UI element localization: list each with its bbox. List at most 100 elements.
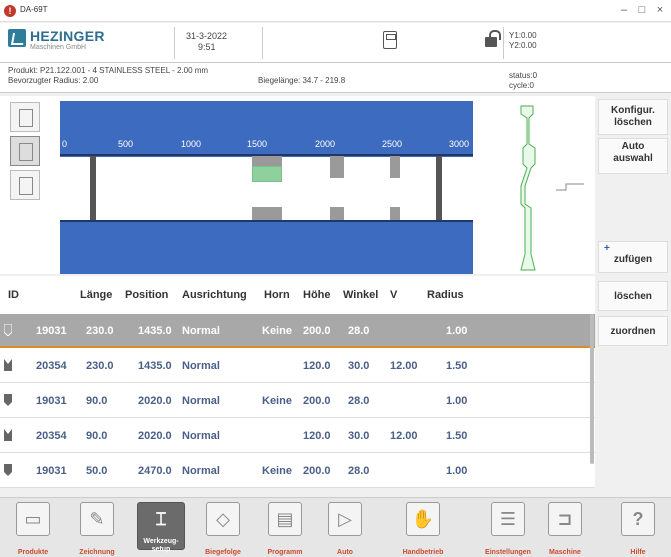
cell-alignment: Normal [182, 430, 220, 442]
cell-radius: 1.00 [446, 465, 468, 477]
cell-radius: 1.00 [446, 395, 468, 407]
lock-icon[interactable] [485, 30, 501, 47]
cell-position: 2020.0 [138, 395, 172, 407]
col-length: Länge [80, 289, 113, 301]
punch-segment-selected[interactable] [252, 166, 282, 182]
close-icon[interactable]: × [652, 4, 668, 16]
die-segment[interactable] [390, 207, 400, 220]
delete-button[interactable]: löschen [598, 281, 668, 311]
punch-holder-segment[interactable] [252, 156, 282, 166]
punch-segment[interactable] [330, 156, 344, 178]
add-plus-icon: + [604, 243, 610, 254]
cell-alignment: Normal [182, 325, 220, 337]
scale-tick: 1000 [181, 139, 202, 149]
nav-maschine[interactable]: ⊐ Maschine [536, 502, 594, 556]
scale-tick: 2500 [382, 139, 403, 149]
help-icon: ? [621, 502, 655, 536]
calculator-icon[interactable] [383, 31, 397, 49]
divider [174, 27, 175, 59]
nav-auto[interactable]: ▷ Auto [320, 502, 370, 556]
scale-tick: 1500 [247, 139, 268, 149]
folder-icon: ▭ [16, 502, 50, 536]
cell-position: 1435.0 [138, 360, 172, 372]
maximize-icon[interactable]: □ [634, 4, 650, 16]
tab-die-view[interactable] [10, 136, 40, 166]
nav-produkte[interactable]: ▭ Produkte [4, 502, 62, 556]
cell-length: 230.0 [86, 325, 114, 337]
tab-punch-view[interactable] [10, 102, 40, 132]
delete-label: löschen [614, 291, 652, 302]
nav-produkte-label: Produkte [17, 549, 49, 556]
nav-hilfe-label: Hilfe [630, 549, 646, 556]
table-scrollbar[interactable] [590, 314, 594, 464]
nav-werkzeug-setup[interactable]: ⌶ Werkzeug- setup [132, 502, 190, 554]
nav-zeichnung-label: Zeichnung [79, 549, 115, 556]
col-height: Höhe [303, 289, 331, 301]
cell-id: 20354 [36, 360, 67, 372]
cell-position: 2470.0 [138, 465, 172, 477]
window-title: DA-69T [20, 5, 48, 14]
cell-horn: Keine [262, 465, 292, 477]
cell-radius: 1.50 [446, 430, 468, 442]
minimize-icon[interactable]: – [616, 4, 632, 16]
punch-tool-icon [4, 324, 12, 336]
status-readout: status:0 cycle:0 [509, 71, 537, 91]
program-icon: ▤ [268, 502, 302, 536]
divider [262, 27, 263, 59]
cell-height: 120.0 [303, 360, 331, 372]
assign-button[interactable]: zuordnen [598, 316, 668, 346]
header: HEZINGER Maschinen GmbH 31-3-2022 9:51 Y… [0, 23, 671, 63]
bend-length: Biegelänge: 34.7 - 219.8 [258, 76, 346, 85]
window-titlebar: ! DA-69T – □ × [0, 0, 671, 22]
nav-auto-label: Auto [337, 549, 353, 556]
settings-list-icon: ☰ [491, 502, 525, 536]
die-segment[interactable] [252, 207, 282, 220]
add-button[interactable]: + zufügen [598, 241, 668, 273]
cell-length: 90.0 [86, 430, 108, 442]
drawing-icon: ✎ [80, 502, 114, 536]
col-radius: Radius [427, 289, 464, 301]
nav-zeichnung[interactable]: ✎ Zeichnung [68, 502, 126, 556]
nav-einstellungen[interactable]: ☰ Einstellungen [476, 502, 540, 556]
punch-segment[interactable] [390, 156, 400, 178]
machine-icon: ⊐ [548, 502, 582, 536]
table-row[interactable]: 19031 90.0 2020.0 Normal Keine 200.0 28.… [0, 384, 595, 418]
col-v: V [390, 289, 398, 301]
table-row[interactable]: 20354 230.0 1435.0 Normal 120.0 30.0 12.… [0, 349, 595, 383]
tab-holder-view[interactable] [10, 170, 40, 200]
cell-angle: 28.0 [348, 465, 370, 477]
nav-programm[interactable]: ▤ Programm [256, 502, 314, 556]
auto-select-button[interactable]: Auto auswahl [598, 138, 668, 174]
nav-handbetrieb-label: Handbetrieb [402, 549, 444, 556]
table-row-selected[interactable]: 19031 230.0 1435.0 Normal Keine 200.0 28… [0, 314, 595, 348]
col-angle: Winkel [343, 289, 379, 301]
hand-icon: ✋ [406, 502, 440, 536]
table-header: ID Länge Position Ausrichtung Horn Höhe … [0, 276, 595, 314]
die-tool-icon [4, 359, 12, 371]
play-icon: ▷ [328, 502, 362, 536]
nav-werkzeug-label: Werkzeug- setup [143, 538, 179, 553]
table-row[interactable]: 20354 90.0 2020.0 Normal 120.0 30.0 12.0… [0, 419, 595, 453]
time: 9:51 [198, 42, 216, 52]
cell-id: 19031 [36, 325, 67, 337]
die-segment[interactable] [330, 207, 344, 220]
nav-biegefolge[interactable]: ◇ Biegefolge [194, 502, 252, 556]
right-clamp-post [436, 156, 442, 220]
config-delete-button[interactable]: Konfigur. löschen [598, 99, 668, 135]
nav-handbetrieb[interactable]: ✋ Handbetrieb [392, 502, 454, 556]
col-alignment: Ausrichtung [182, 289, 247, 301]
tools-table: ID Länge Position Ausrichtung Horn Höhe … [0, 276, 595, 488]
nav-hilfe[interactable]: ? Hilfe [610, 502, 666, 556]
product-info-bar: Produkt: P21.122.001 - 4 STAINLESS STEEL… [0, 63, 671, 93]
cell-id: 19031 [36, 395, 67, 407]
cell-alignment: Normal [182, 360, 220, 372]
cell-radius: 1.50 [446, 360, 468, 372]
table-row[interactable]: 19031 50.0 2470.0 Normal Keine 200.0 28.… [0, 454, 595, 488]
cell-v: 12.00 [390, 360, 418, 372]
y2-value: Y2:0.00 [509, 41, 537, 50]
cell-height: 120.0 [303, 430, 331, 442]
cell-id: 19031 [36, 465, 67, 477]
cell-angle: 30.0 [348, 430, 370, 442]
nav-maschine-label: Maschine [549, 549, 581, 556]
nav-einstellungen-label: Einstellungen [485, 549, 531, 556]
